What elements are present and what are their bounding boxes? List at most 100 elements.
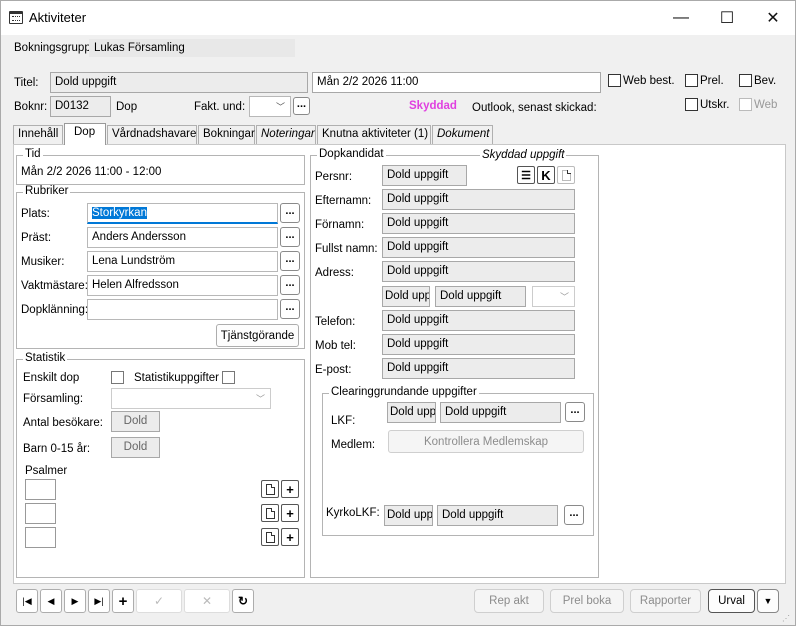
bokningsgrupp-label: Bokningsgrupp:	[14, 42, 94, 54]
web-checkbox[interactable]	[739, 98, 752, 111]
list-icon-button[interactable]: ☰	[517, 166, 535, 184]
prast-input[interactable]: Anders Andersson	[87, 227, 278, 248]
musiker-more-button[interactable]: ...	[280, 251, 300, 271]
telefon-label: Telefon:	[315, 316, 356, 328]
prast-more-button[interactable]: ...	[280, 227, 300, 247]
land-select[interactable]: ﹀	[532, 286, 575, 307]
efternamn-label: Efternamn:	[315, 195, 372, 207]
plats-input[interactable]: Storkyrkan	[87, 203, 278, 224]
document-icon	[265, 483, 275, 495]
psalm-add-button-2[interactable]: +	[281, 504, 299, 522]
kyrkolkf-field: Dold uppgift	[437, 505, 558, 526]
resize-grip-icon[interactable]: ⋰	[782, 614, 790, 623]
boknr-type: Dop	[116, 101, 138, 113]
prel-checkbox[interactable]	[685, 74, 698, 87]
kyrkolkf-more-button[interactable]: ...	[564, 505, 584, 525]
plats-label: Plats:	[21, 208, 50, 220]
statistik-title: Statistik	[23, 352, 68, 364]
tjanstgorande-button[interactable]: Tjänstgörande	[216, 324, 299, 347]
enskilt-dop-checkbox[interactable]	[111, 371, 124, 384]
prel-label: Prel.	[700, 75, 724, 87]
psalm-doc-button-3[interactable]	[261, 528, 279, 546]
web-best-label: Web best.	[623, 75, 675, 87]
psalm-doc-button-1[interactable]	[261, 480, 279, 498]
bev-checkbox[interactable]	[739, 74, 752, 87]
tab-noteringar[interactable]: Noteringar	[256, 125, 316, 144]
tid-group: Tid Mån 2/2 2026 11:00 - 12:00	[16, 148, 305, 185]
prel-boka-button[interactable]: Prel boka	[550, 589, 624, 613]
cancel-button[interactable]: ✕	[184, 589, 230, 613]
doc-button[interactable]	[557, 166, 575, 184]
dopklanning-input[interactable]	[87, 299, 278, 320]
vaktmastare-more-button[interactable]: ...	[280, 275, 300, 295]
last-icon: ▶|	[94, 595, 104, 606]
first-record-button[interactable]: |◀	[16, 589, 38, 613]
mobtel-field: Dold uppgift	[382, 334, 575, 355]
tid-value: Mån 2/2 2026 11:00 - 12:00	[21, 166, 162, 178]
close-button[interactable]: ✕	[750, 1, 796, 34]
psalm-input-1[interactable]	[25, 479, 56, 500]
lkf-label: LKF:	[331, 415, 356, 427]
psalm-add-button-1[interactable]: +	[281, 480, 299, 498]
k-label: K	[541, 167, 551, 183]
fakt-more-button[interactable]: ...	[293, 97, 310, 115]
title-bar: Aktiviteter — ☐ ✕	[1, 1, 795, 35]
next-record-button[interactable]: ▶	[64, 589, 86, 613]
kyrkolkf-code-field: Dold uppgift	[384, 505, 433, 526]
document-icon	[265, 531, 275, 543]
outlook-label: Outlook, senast skickad:	[472, 102, 597, 114]
add-record-button[interactable]: +	[112, 589, 134, 613]
web-label: Web	[754, 99, 778, 111]
urval-button[interactable]: Urval	[708, 589, 755, 613]
chevron-down-icon: ﹀	[275, 102, 285, 112]
skyddad-uppgift-label: Skyddad uppgift	[480, 149, 567, 161]
fornamn-label: Förnamn:	[315, 219, 365, 231]
statistikuppgifter-checkbox[interactable]	[222, 371, 235, 384]
plats-more-button[interactable]: ...	[280, 203, 300, 223]
k-button[interactable]: K	[537, 166, 555, 184]
psalm-add-button-3[interactable]: +	[281, 528, 299, 546]
skyddad-label: Skyddad	[409, 100, 457, 112]
plats-value: Storkyrkan	[92, 207, 147, 219]
prev-record-button[interactable]: ◀	[40, 589, 62, 613]
check-icon: ✓	[153, 594, 165, 608]
tid-title: Tid	[23, 148, 43, 160]
psalmer-label: Psalmer	[25, 465, 68, 477]
web-best-checkbox[interactable]	[608, 74, 621, 87]
tab-bokningar[interactable]: Bokningar	[198, 125, 255, 144]
minimize-button[interactable]: —	[658, 1, 704, 34]
chevron-down-icon: ﹀	[255, 394, 265, 404]
tab-dop[interactable]: Dop	[64, 123, 106, 145]
rubriker-title: Rubriker	[23, 185, 71, 197]
psalm-input-3[interactable]	[25, 527, 56, 548]
refresh-button[interactable]: ↻	[232, 589, 254, 613]
barn-label: Barn 0-15 år:	[23, 443, 91, 455]
psalm-input-2[interactable]	[25, 503, 56, 524]
vaktmastare-input[interactable]: Helen Alfredsson	[87, 275, 278, 296]
utskr-checkbox[interactable]	[685, 98, 698, 111]
save-button[interactable]: ✓	[136, 589, 182, 613]
rep-akt-button[interactable]: Rep akt	[474, 589, 544, 613]
persnr-label: Persnr:	[315, 171, 353, 183]
fakt-select[interactable]: ﹀	[249, 96, 291, 117]
list-icon: ☰	[521, 169, 531, 182]
psalm-doc-button-2[interactable]	[261, 504, 279, 522]
refresh-icon: ↻	[237, 594, 249, 608]
tab-knutna-aktiviteter[interactable]: Knutna aktiviteter (1)	[317, 125, 431, 144]
boknr-label: Boknr:	[14, 101, 48, 113]
tab-vardnadshavare[interactable]: Vårdnadshavare	[107, 125, 197, 144]
maximize-button[interactable]: ☐	[704, 1, 750, 34]
last-record-button[interactable]: ▶|	[88, 589, 110, 613]
urval-dropdown-button[interactable]: ▼	[757, 589, 779, 613]
titel-field[interactable]: Dold uppgift	[50, 72, 308, 93]
next-icon: ▶	[71, 595, 79, 606]
kontrollera-medlemskap-button[interactable]: Kontrollera Medlemskap	[388, 430, 584, 453]
dopklanning-more-button[interactable]: ...	[280, 299, 300, 319]
lkf-code-field: Dold uppgift	[387, 402, 436, 423]
rapporter-button[interactable]: Rapporter	[630, 589, 701, 613]
musiker-input[interactable]: Lena Lundström	[87, 251, 278, 272]
tab-dokument[interactable]: Dokument	[432, 125, 493, 144]
lkf-more-button[interactable]: ...	[565, 402, 585, 422]
tab-innehall[interactable]: Innehåll	[13, 125, 63, 144]
forsamling-select[interactable]: ﹀	[111, 388, 271, 409]
